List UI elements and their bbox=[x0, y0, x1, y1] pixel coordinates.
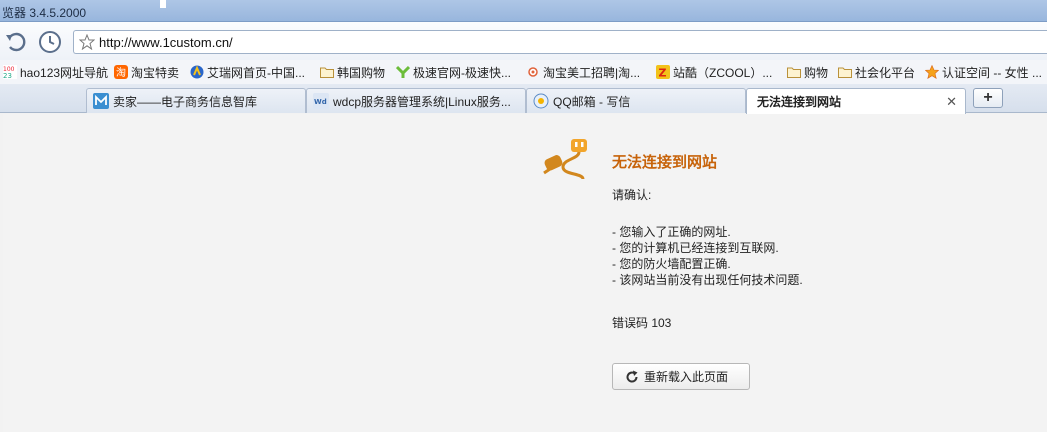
list-item: - 该网站当前没有出现任何技术问题. bbox=[612, 273, 803, 287]
svg-text:Z: Z bbox=[659, 67, 667, 80]
back-icon[interactable] bbox=[4, 30, 28, 54]
tab-wdcp[interactable]: Wd wdcp服务器管理系统|Linux服务... bbox=[306, 88, 526, 113]
jisu-icon bbox=[396, 65, 410, 79]
bookmark-folder-korea[interactable]: 韩国购物 bbox=[320, 63, 385, 81]
hao123-icon: 100 23 bbox=[3, 65, 17, 79]
list-item: - 您的计算机已经连接到互联网. bbox=[612, 241, 779, 255]
svg-text:23: 23 bbox=[3, 72, 12, 79]
folder-icon bbox=[787, 65, 801, 79]
svg-text:Wd: Wd bbox=[314, 98, 327, 106]
window-title-bar: 览器 3.4.5.2000 bbox=[0, 0, 1047, 22]
error-title: 无法连接到网站 bbox=[612, 154, 718, 171]
taobao-icon: 淘 bbox=[114, 65, 128, 79]
bookmark-zcool[interactable]: Z 站酷（ZCOOL）... bbox=[656, 63, 772, 81]
history-icon[interactable] bbox=[38, 30, 62, 54]
url-text[interactable]: http://www.1custom.cn/ bbox=[99, 35, 233, 50]
list-item: - 您输入了正确的网址. bbox=[612, 225, 731, 239]
reload-button[interactable]: 重新载入此页面 bbox=[612, 363, 750, 390]
plus-icon: + bbox=[983, 89, 993, 106]
reason-list: - 您输入了正确的网址. - 您的计算机已经连接到互联网. - 您的防火墙配置正… bbox=[612, 224, 803, 288]
zcool-icon: Z bbox=[656, 65, 670, 79]
iresearch-icon bbox=[190, 65, 204, 79]
bookmarks-bar: 100 23 hao123网址导航 淘 淘宝特卖 艾瑞网首页-中国... 韩国购物… bbox=[0, 60, 1047, 84]
list-item: - 您的防火墙配置正确. bbox=[612, 257, 731, 271]
page-icon bbox=[526, 65, 540, 79]
bookmark-folder-social[interactable]: 社会化平台 bbox=[838, 63, 915, 81]
tab-connection-error[interactable]: 无法连接到网站 ✕ bbox=[746, 88, 966, 114]
address-bar[interactable]: http://www.1custom.cn/ bbox=[73, 30, 1047, 54]
tab-maijia[interactable]: 卖家——电子商务信息智库 bbox=[86, 88, 306, 113]
bookmark-taobao-jobs[interactable]: 淘宝美工招聘|淘... bbox=[526, 63, 640, 81]
bookmark-verify-space[interactable]: 认证空间 -- 女性 ... bbox=[925, 63, 1042, 81]
tab-strip: 卖家——电子商务信息智库 Wd wdcp服务器管理系统|Linux服务... Q… bbox=[0, 84, 1047, 114]
star-icon bbox=[925, 65, 939, 79]
folder-icon bbox=[320, 65, 334, 79]
title-bar-divider bbox=[160, 0, 166, 8]
wdcp-icon: Wd bbox=[313, 93, 329, 109]
bookmark-hao123[interactable]: 100 23 hao123网址导航 bbox=[3, 63, 108, 81]
navigation-toolbar: http://www.1custom.cn/ bbox=[0, 22, 1047, 60]
close-tab-icon[interactable]: ✕ bbox=[946, 94, 957, 110]
new-tab-button[interactable]: + bbox=[973, 88, 1003, 108]
maijia-icon bbox=[93, 93, 109, 109]
bookmark-star-icon[interactable] bbox=[78, 33, 96, 53]
refresh-icon bbox=[625, 370, 639, 384]
bookmark-jisu[interactable]: 极速官网-极速快... bbox=[396, 63, 511, 81]
folder-icon bbox=[838, 65, 852, 79]
error-code: 错误码 103 bbox=[612, 316, 672, 330]
confirm-label: 请确认: bbox=[612, 188, 652, 202]
tab-qqmail[interactable]: QQ邮箱 - 写信 bbox=[526, 88, 746, 113]
bookmark-iresearch[interactable]: 艾瑞网首页-中国... bbox=[190, 63, 305, 81]
page-content bbox=[3, 114, 1047, 432]
window-title: 览器 3.4.5.2000 bbox=[2, 6, 87, 20]
svg-text:淘: 淘 bbox=[116, 66, 126, 79]
unplugged-icon bbox=[543, 139, 591, 188]
bookmark-folder-shopping[interactable]: 购物 bbox=[787, 63, 828, 81]
bookmark-taobao[interactable]: 淘 淘宝特卖 bbox=[114, 63, 179, 81]
qqmail-icon bbox=[533, 93, 549, 109]
